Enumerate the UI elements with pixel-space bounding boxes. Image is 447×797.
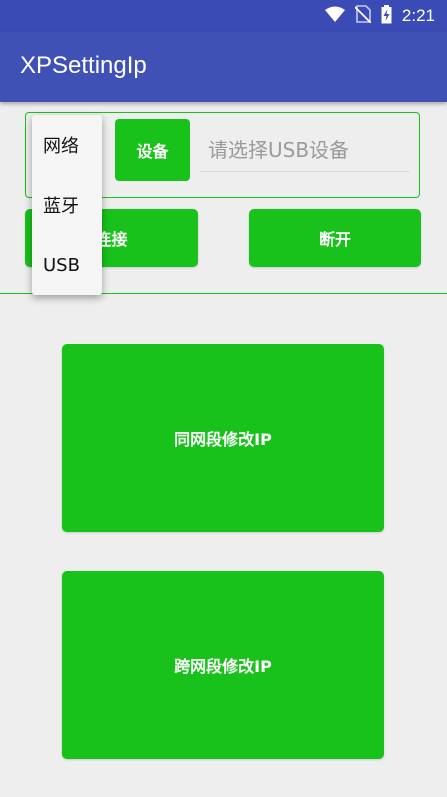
status-bar: 2:21 [0,0,447,32]
same-segment-ip-button[interactable]: 同网段修改IP [62,344,384,532]
cross-segment-ip-button[interactable]: 跨网段修改IP [62,571,384,759]
battery-charging-icon [381,4,392,28]
menu-item-usb[interactable]: USB [32,235,102,295]
device-button[interactable]: 设备 [115,119,190,181]
menu-item-network[interactable]: 网络 [32,115,102,175]
status-icons: 2:21 [324,4,435,28]
app-title: XPSettingIp [20,52,147,79]
app-bar: XPSettingIp [0,32,447,102]
connection-type-menu: 网络 蓝牙 USB [32,115,102,295]
status-time: 2:21 [401,6,435,25]
menu-item-bluetooth[interactable]: 蓝牙 [32,175,102,235]
device-underline [200,171,410,172]
wifi-icon [324,6,345,26]
no-sim-icon [354,5,372,27]
device-placeholder[interactable]: 请选择USB设备 [208,134,349,163]
disconnect-button[interactable]: 断开 [249,209,421,267]
